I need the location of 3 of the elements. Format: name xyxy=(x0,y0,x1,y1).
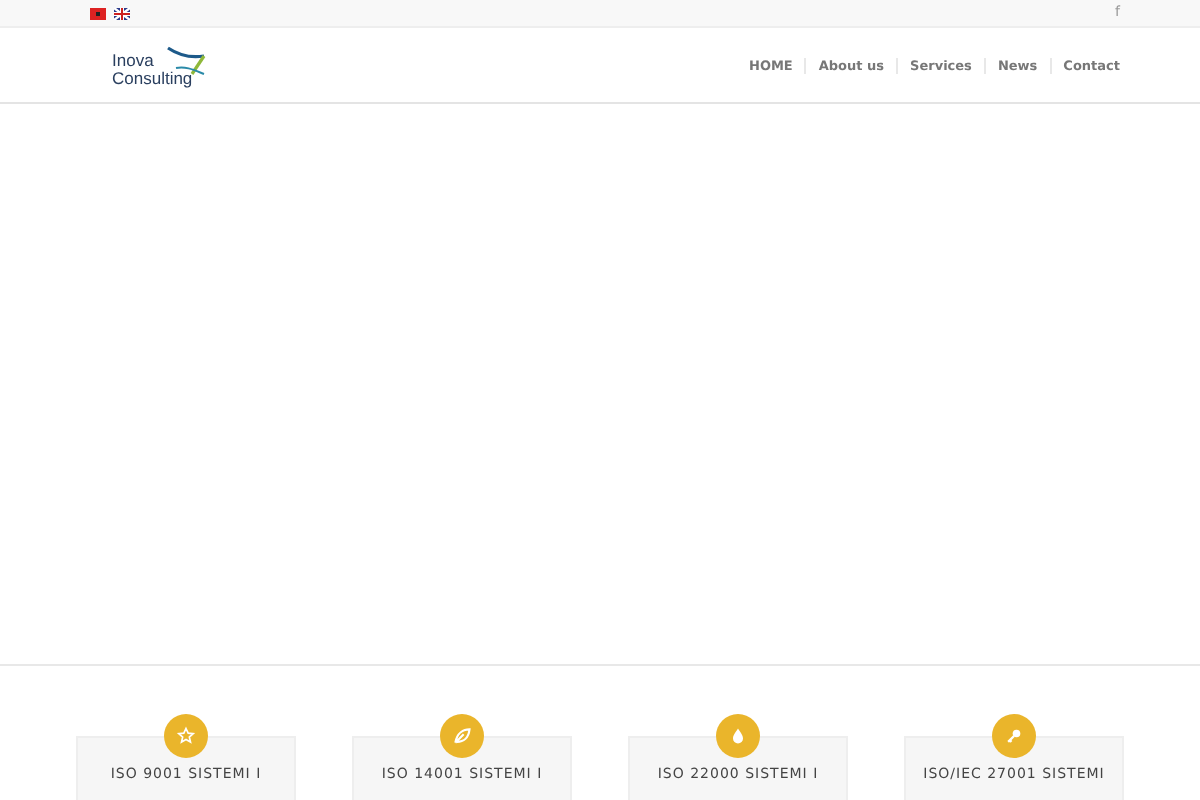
albanian-flag-icon[interactable] xyxy=(90,7,106,19)
uk-flag-icon[interactable] xyxy=(114,7,130,19)
company-logo-text[interactable]: Inova Consulting xyxy=(112,51,193,87)
